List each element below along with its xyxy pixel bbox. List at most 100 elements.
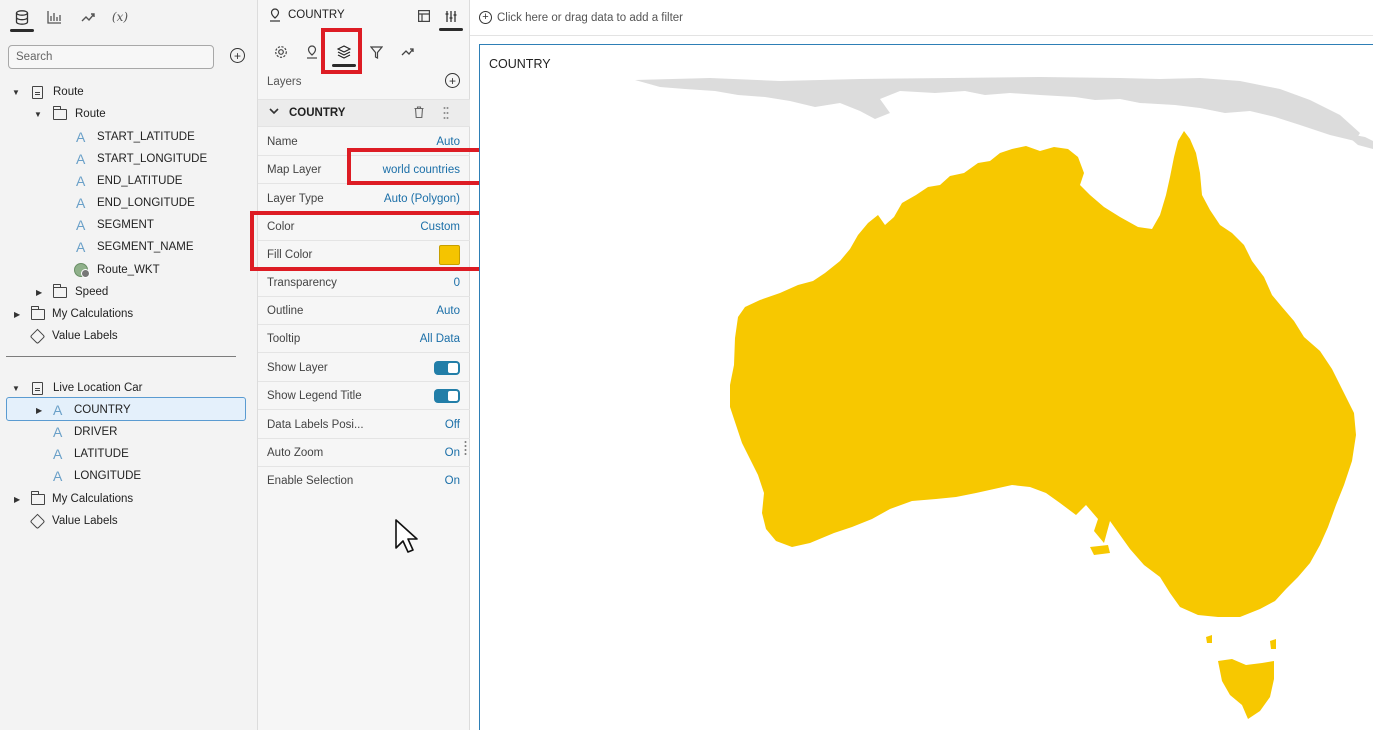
prop-show-layer[interactable]: Show Layer: [258, 354, 470, 382]
map-visualization[interactable]: [480, 45, 1373, 730]
prop-data-labels-position[interactable]: Data Labels Posi... Off: [258, 411, 470, 439]
show-legend-title-toggle[interactable]: [434, 389, 460, 403]
caret-right-icon[interactable]: ▶: [36, 288, 42, 297]
properties-icon[interactable]: [439, 8, 463, 31]
value-labels-2[interactable]: Value Labels: [29, 511, 118, 531]
folder-label: Route: [75, 108, 106, 120]
attribute-icon: A: [76, 217, 86, 233]
properties-header: COUNTRY: [258, 0, 470, 32]
folder-label: My Calculations: [52, 308, 134, 320]
folder-icon: [52, 283, 67, 298]
prop-key: Show Legend Title: [267, 390, 362, 402]
column-driver[interactable]: A DRIVER: [53, 422, 117, 442]
folder-speed[interactable]: ▶ Speed: [34, 282, 108, 302]
prop-value[interactable]: On: [445, 475, 460, 487]
filter-icon[interactable]: [367, 43, 385, 61]
prop-transparency[interactable]: Transparency 0: [258, 269, 470, 297]
prop-value[interactable]: On: [445, 447, 460, 459]
dataset-icon: [32, 85, 43, 99]
caret-right-icon[interactable]: ▶: [14, 495, 20, 504]
prop-key: Name: [267, 136, 298, 148]
value-labels[interactable]: Value Labels: [29, 326, 118, 346]
column-label: DRIVER: [74, 426, 118, 438]
prop-key: Auto Zoom: [267, 447, 324, 459]
map-neighbor-land: [635, 77, 1360, 141]
caret-down-icon[interactable]: ▼: [12, 88, 20, 97]
prop-show-legend-title[interactable]: Show Legend Title: [258, 382, 470, 410]
prop-enable-selection[interactable]: Enable Selection On: [258, 467, 470, 495]
tag-icon: [29, 513, 46, 529]
column-label: END_LATITUDE: [97, 175, 183, 187]
show-layer-toggle[interactable]: [434, 361, 460, 375]
column-route-wkt[interactable]: Route_WKT: [74, 260, 160, 280]
search-input[interactable]: Search: [8, 45, 214, 69]
prop-value[interactable]: Off: [445, 419, 460, 431]
column-segment[interactable]: A SEGMENT: [76, 215, 154, 235]
data-panel: (x) Search + ▼ Route ▼ Route A START_LAT…: [0, 0, 258, 730]
visualization-canvas[interactable]: COUNTRY: [479, 44, 1373, 730]
calculation-icon[interactable]: (x): [108, 6, 132, 28]
map-island-tasmania: [1218, 659, 1274, 719]
properties-title: COUNTRY: [288, 9, 345, 21]
column-start-longitude[interactable]: A START_LONGITUDE: [76, 149, 207, 169]
add-dataset-icon[interactable]: +: [230, 48, 245, 63]
column-label: COUNTRY: [74, 404, 131, 416]
drag-handle-icon[interactable]: [443, 106, 449, 120]
value-labels-label: Value Labels: [52, 330, 118, 342]
map-pin-tab-icon[interactable]: [303, 43, 321, 61]
bar-chart-icon[interactable]: [42, 6, 66, 28]
caret-down-icon[interactable]: ▼: [34, 110, 42, 119]
prop-value[interactable]: All Data: [420, 333, 460, 345]
prop-key: Transparency: [267, 277, 337, 289]
prop-value[interactable]: Auto: [436, 305, 460, 317]
prop-outline[interactable]: Outline Auto: [258, 297, 470, 325]
trash-icon[interactable]: [414, 106, 424, 118]
folder-my-calculations-2[interactable]: ▶ My Calculations: [12, 489, 133, 509]
chevron-down-icon[interactable]: [269, 106, 279, 118]
trend-tab-icon[interactable]: [399, 43, 417, 61]
dataset-live-location-car[interactable]: ▼ Live Location Car: [12, 378, 143, 398]
caret-right-icon[interactable]: ▶: [14, 310, 20, 319]
column-latitude[interactable]: A LATITUDE: [53, 444, 129, 464]
column-label: LONGITUDE: [74, 470, 142, 482]
column-label: SEGMENT_NAME: [97, 241, 194, 253]
prop-key: Show Layer: [267, 362, 328, 374]
column-label: Route_WKT: [97, 264, 160, 276]
prop-value[interactable]: Auto (Polygon): [384, 193, 460, 205]
dataset-route[interactable]: ▼ Route: [12, 82, 84, 102]
grammar-icon[interactable]: [416, 8, 432, 24]
folder-route[interactable]: ▼ Route: [34, 104, 106, 124]
column-end-latitude[interactable]: A END_LATITUDE: [76, 171, 182, 191]
filter-bar[interactable]: + Click here or drag data to add a filte…: [470, 0, 1373, 36]
prop-value[interactable]: 0: [454, 277, 460, 289]
prop-layer-type[interactable]: Layer Type Auto (Polygon): [258, 185, 470, 213]
add-layer-icon[interactable]: +: [445, 73, 460, 88]
column-longitude[interactable]: A LONGITUDE: [53, 466, 141, 486]
prop-auto-zoom[interactable]: Auto Zoom On: [258, 439, 470, 467]
prop-value[interactable]: Auto: [436, 136, 460, 148]
column-segment-name[interactable]: A SEGMENT_NAME: [76, 237, 194, 257]
prop-key: Outline: [267, 305, 304, 317]
attribute-icon: A: [76, 195, 86, 211]
panel-resize-handle[interactable]: [464, 440, 467, 456]
data-panel-tabs: (x): [0, 0, 258, 34]
value-labels-label: Value Labels: [52, 515, 118, 527]
filter-bar-hint[interactable]: Click here or drag data to add a filter: [497, 12, 683, 24]
attribute-icon: A: [76, 173, 86, 189]
add-filter-icon[interactable]: +: [479, 11, 492, 24]
column-start-latitude[interactable]: A START_LATITUDE: [76, 127, 195, 147]
database-icon[interactable]: [10, 6, 34, 32]
attribute-icon: A: [53, 446, 63, 462]
layer-header[interactable]: COUNTRY: [258, 99, 470, 127]
caret-right-icon[interactable]: ▶: [36, 406, 42, 415]
column-country[interactable]: ▶ A COUNTRY: [34, 400, 131, 420]
column-end-longitude[interactable]: A END_LONGITUDE: [76, 193, 195, 213]
folder-my-calculations[interactable]: ▶ My Calculations: [12, 304, 133, 324]
trend-icon[interactable]: [76, 6, 100, 28]
column-label: START_LATITUDE: [97, 131, 195, 143]
caret-down-icon[interactable]: ▼: [12, 384, 20, 393]
settings-icon[interactable]: [272, 43, 290, 61]
attribute-icon: A: [76, 129, 86, 145]
properties-subtabs: [258, 38, 470, 68]
prop-tooltip[interactable]: Tooltip All Data: [258, 325, 470, 353]
